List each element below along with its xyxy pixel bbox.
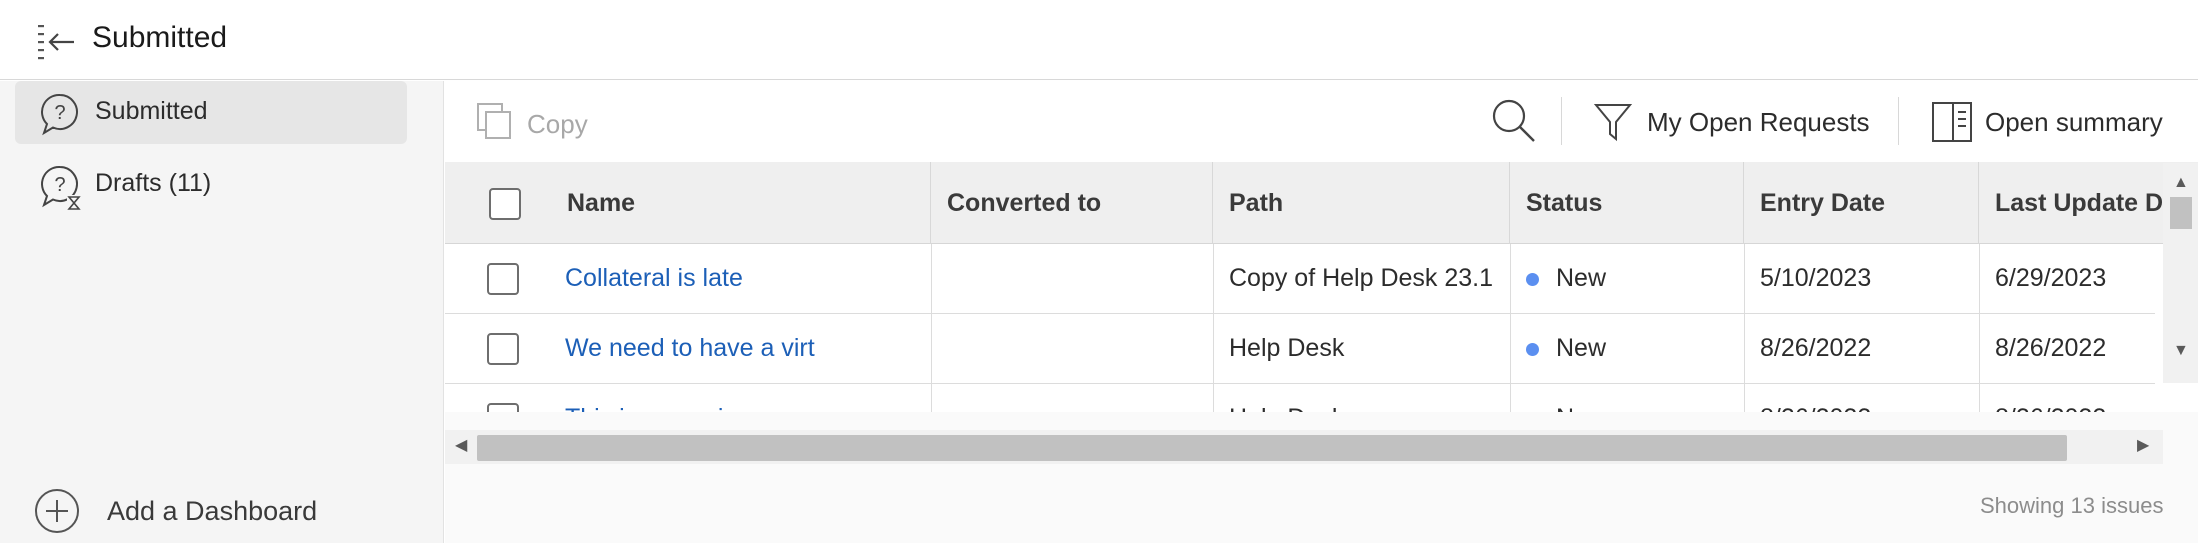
path-cell: Help Desk (1229, 334, 1345, 362)
issue-name-link[interactable]: Collateral is late (565, 264, 743, 293)
column-divider (931, 244, 932, 412)
toolbar-divider (1561, 97, 1562, 145)
scroll-left-arrow-icon[interactable]: ◀ (455, 438, 467, 454)
add-dashboard-button[interactable]: Add a Dashboard (34, 486, 374, 536)
svg-text:?: ? (54, 174, 65, 196)
table-row[interactable]: This is a new issue Help Desk New 8/26/2… (445, 384, 2155, 412)
status-cell: New (1510, 244, 1744, 314)
last-update-cell: 8/26/2022 (1995, 404, 2106, 412)
top-bar: Submitted (0, 0, 2198, 80)
status-cell: New (1510, 314, 1744, 384)
entry-date-cell: 5/10/2023 (1760, 264, 1872, 292)
row-checkbox[interactable] (487, 333, 519, 365)
path-cell: Copy of Help Desk 23.1 (1229, 264, 1494, 292)
entry-date-cell: 8/26/2022 (1760, 404, 1871, 412)
add-dashboard-label: Add a Dashboard (107, 496, 318, 526)
copy-button[interactable]: Copy (475, 99, 605, 143)
page-title: Submitted (92, 21, 228, 54)
speech-bubble-question-icon: ? (37, 89, 83, 139)
search-icon[interactable] (1490, 97, 1538, 145)
plus-circle-icon (34, 488, 80, 534)
table-header: Name Converted to Path Status Entry Date… (445, 162, 2198, 244)
filter-label: My Open Requests (1647, 107, 1870, 137)
status-text: New (1556, 334, 1607, 362)
column-header-name[interactable]: Name (551, 162, 931, 244)
scroll-down-arrow-icon[interactable]: ▼ (2173, 343, 2189, 359)
sidebar: ? Submitted ? Drafts (11) Add a Dashboar… (0, 81, 444, 543)
svg-text:?: ? (54, 102, 65, 124)
issues-table: Name Converted to Path Status Entry Date… (445, 162, 2198, 412)
column-divider (1744, 244, 1745, 412)
last-update-cell: 8/26/2022 (1995, 334, 2107, 362)
copy-icon (475, 101, 513, 141)
side-panel-icon (1931, 101, 1973, 143)
open-summary-button[interactable]: Open summary (1931, 97, 2191, 145)
status-dot (1526, 343, 1539, 356)
filter-button[interactable]: My Open Requests (1593, 97, 1883, 145)
column-header-last-update-date[interactable]: Last Update Da (1979, 162, 2163, 244)
table-row[interactable]: We need to have a virt Help Desk New 8/2… (445, 314, 2155, 384)
sidebar-item-label: Drafts (11) (95, 169, 212, 197)
issue-name-link[interactable]: We need to have a virt (565, 334, 815, 363)
scroll-up-arrow-icon[interactable]: ▲ (2173, 175, 2189, 191)
collapse-sidebar-icon[interactable] (34, 20, 80, 64)
path-cell: Help Desk (1229, 404, 1344, 412)
select-all-column (445, 162, 529, 244)
column-divider (1213, 244, 1214, 412)
row-checkbox[interactable] (487, 263, 519, 295)
select-all-checkbox[interactable] (489, 188, 521, 220)
column-header-converted-to[interactable]: Converted to (931, 162, 1213, 244)
status-dot (1526, 273, 1539, 286)
vertical-scroll-thumb[interactable] (2170, 197, 2192, 229)
main-content: Copy My Open Requests Open summary Name … (445, 81, 2198, 543)
results-count: Showing 13 issues (1980, 493, 2164, 518)
status-cell: New (1510, 384, 1744, 412)
status-text: New (1556, 404, 1606, 412)
status-text: New (1556, 264, 1607, 292)
open-summary-label: Open summary (1985, 107, 2163, 137)
column-header-path[interactable]: Path (1213, 162, 1510, 244)
column-header-status[interactable]: Status (1510, 162, 1744, 244)
entry-date-cell: 8/26/2022 (1760, 334, 1872, 362)
column-divider (1979, 244, 1980, 412)
sidebar-item-drafts[interactable]: ? Drafts (11) (15, 153, 407, 216)
toolbar: Copy My Open Requests Open summary (445, 81, 2198, 162)
horizontal-scrollbar[interactable]: ◀ ▶ (445, 430, 2163, 464)
horizontal-scroll-thumb[interactable] (477, 435, 2067, 461)
sidebar-item-label: Submitted (95, 97, 208, 125)
speech-bubble-question-hourglass-icon: ? (37, 161, 83, 211)
copy-label: Copy (527, 109, 588, 139)
issue-name-link[interactable]: This is a new issue (565, 404, 776, 412)
table-row[interactable]: Collateral is late Copy of Help Desk 23.… (445, 244, 2155, 314)
filter-icon (1593, 101, 1633, 143)
scroll-right-arrow-icon[interactable]: ▶ (2137, 438, 2149, 454)
column-header-entry-date[interactable]: Entry Date (1744, 162, 1979, 244)
last-update-cell: 6/29/2023 (1995, 264, 2107, 292)
vertical-scrollbar[interactable]: ▲ ▼ (2163, 163, 2198, 383)
column-divider (1510, 244, 1511, 412)
toolbar-divider (1898, 97, 1899, 145)
row-checkbox[interactable] (487, 403, 519, 412)
sidebar-item-submitted[interactable]: ? Submitted (15, 81, 407, 144)
